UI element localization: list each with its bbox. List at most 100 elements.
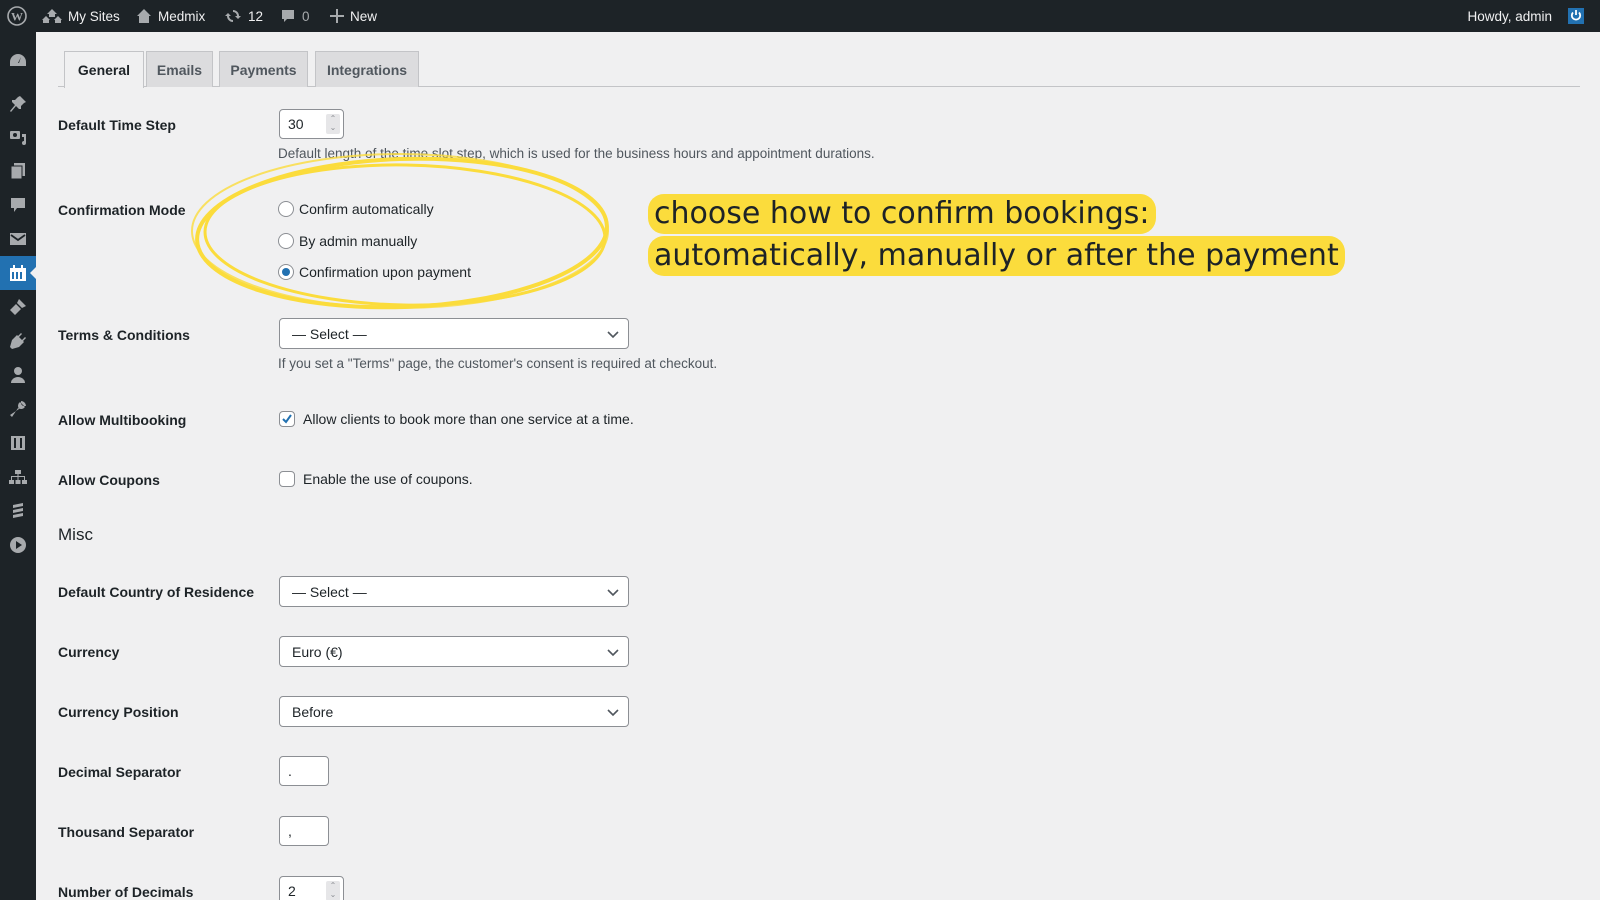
sidebar-item-comments[interactable] <box>0 188 36 222</box>
radio-button[interactable] <box>278 201 294 217</box>
sidebar-item-dashboard[interactable] <box>0 43 36 77</box>
wordpress-logo-button[interactable]: W <box>7 0 27 32</box>
comments-icon <box>11 198 25 212</box>
coupons-text: Enable the use of coupons. <box>303 471 473 487</box>
account-menu[interactable]: Howdy, admin <box>1467 0 1552 32</box>
currency-select[interactable]: Euro (€) <box>279 636 629 667</box>
comments-count: 0 <box>302 8 310 24</box>
coupons-label: Allow Coupons <box>58 472 160 488</box>
sidebar-item-media-player[interactable] <box>0 528 36 562</box>
comment-bubble-icon <box>282 10 294 22</box>
spinner-arrows-icon[interactable]: ⌃ ⌄ <box>326 881 340 900</box>
sidebar-item-plugins[interactable] <box>0 324 36 358</box>
chevron-down-icon <box>607 649 619 657</box>
sidebar-item-settings[interactable] <box>0 426 36 460</box>
sidebar-item-sitemap[interactable] <box>0 460 36 494</box>
sidebar-item-pages[interactable] <box>0 154 36 188</box>
appearance-brush-icon <box>10 299 26 315</box>
time-step-description: Default length of the time slot step, wh… <box>278 146 875 161</box>
radio-label: Confirmation upon payment <box>299 264 471 280</box>
radio-label: By admin manually <box>299 233 418 249</box>
terms-description: If you set a "Terms" page, the customer'… <box>278 356 718 371</box>
updates-count: 12 <box>248 8 264 24</box>
currency-label: Currency <box>58 644 120 660</box>
currency-position-value: Before <box>292 703 334 720</box>
multibooking-checkbox[interactable] <box>279 411 295 427</box>
checkmark-icon <box>282 414 292 424</box>
time-step-input[interactable]: 30 ⌃ ⌄ <box>279 109 344 139</box>
admin-sidebar <box>0 32 36 900</box>
currency-position-label: Currency Position <box>58 704 179 720</box>
tab-emails[interactable]: Emails <box>146 51 213 87</box>
plugins-icon <box>10 333 26 349</box>
tab-payments[interactable]: Payments <box>219 51 308 87</box>
mail-icon <box>10 233 26 245</box>
updates-link[interactable]: 12 <box>224 0 263 32</box>
spinner-arrows-icon[interactable]: ⌃ ⌄ <box>326 114 340 134</box>
country-label: Default Country of Residence <box>58 584 255 600</box>
my-sites-label: My Sites <box>68 8 120 24</box>
annotation-callout-line-1: choose how to confirm bookings: <box>648 194 1156 234</box>
radio-confirm-automatically[interactable]: Confirm automatically <box>278 201 434 217</box>
home-icon <box>137 9 151 23</box>
site-name-menu[interactable]: Medmix <box>136 0 205 32</box>
confirmation-mode-label: Confirmation Mode <box>58 202 186 218</box>
decimals-input[interactable]: 2 ⌃ ⌄ <box>279 876 344 900</box>
updates-icon <box>225 10 241 22</box>
multibooking-label: Allow Multibooking <box>58 412 187 428</box>
stripes-icon <box>13 503 23 518</box>
sidebar-item-mail[interactable] <box>0 222 36 256</box>
annotation-callout-line-2: automatically, manually or after the pay… <box>648 236 1345 276</box>
terms-label: Terms & Conditions <box>58 327 190 343</box>
sidebar-item-stripes[interactable] <box>0 494 36 528</box>
coupons-checkbox[interactable] <box>279 471 295 487</box>
decimal-separator-input[interactable]: . <box>279 756 329 786</box>
tab-general[interactable]: General <box>64 51 144 88</box>
currency-select-value: Euro (€) <box>292 643 343 660</box>
decimals-label: Number of Decimals <box>58 884 194 900</box>
chevron-down-icon <box>607 331 619 339</box>
posts-pin-icon <box>10 96 26 112</box>
new-content-menu[interactable]: New <box>330 0 377 32</box>
currency-position-select[interactable]: Before <box>279 696 629 727</box>
comments-link[interactable]: 0 <box>280 0 310 32</box>
sidebar-item-users[interactable] <box>0 358 36 392</box>
radio-button-selected[interactable] <box>278 264 294 280</box>
sitemap-icon <box>9 470 27 484</box>
radio-button[interactable] <box>278 233 294 249</box>
sidebar-item-appointments[interactable] <box>0 256 36 290</box>
avatar[interactable] <box>1568 8 1584 24</box>
tab-integrations[interactable]: Integrations <box>315 51 419 87</box>
sidebar-item-tools[interactable] <box>0 392 36 426</box>
site-name: Medmix <box>158 8 206 24</box>
sidebar-item-appearance[interactable] <box>0 290 36 324</box>
terms-select[interactable]: — Select — <box>279 318 629 349</box>
country-select-value: — Select — <box>292 583 367 600</box>
decimal-separator-value: . <box>288 763 292 779</box>
plus-icon <box>330 9 344 23</box>
wordpress-logo-icon: W <box>7 6 27 26</box>
time-step-value: 30 <box>288 116 304 132</box>
admin-bar: W My Sites Medmix 12 0 New Howdy, admin <box>0 0 1600 32</box>
play-icon <box>10 537 26 553</box>
country-select[interactable]: — Select — <box>279 576 629 607</box>
sidebar-item-posts[interactable] <box>0 87 36 121</box>
thousand-separator-label: Thousand Separator <box>58 824 195 840</box>
settings-sliders-icon <box>11 436 25 450</box>
radio-upon-payment[interactable]: Confirmation upon payment <box>278 264 471 280</box>
power-icon <box>1570 10 1582 21</box>
my-sites-menu[interactable]: My Sites <box>42 0 120 32</box>
multibooking-checkbox-row[interactable]: Allow clients to book more than one serv… <box>279 411 634 427</box>
svg-text:W: W <box>11 10 23 24</box>
coupons-checkbox-row[interactable]: Enable the use of coupons. <box>279 471 473 487</box>
radio-admin-manually[interactable]: By admin manually <box>278 233 417 249</box>
thousand-separator-value: , <box>288 823 292 839</box>
thousand-separator-input[interactable]: , <box>279 816 329 846</box>
dashboard-icon <box>10 54 26 66</box>
tools-wrench-icon <box>10 401 26 417</box>
calendar-icon <box>10 265 26 281</box>
sidebar-item-media[interactable] <box>0 120 36 154</box>
terms-select-value: — Select — <box>292 325 367 342</box>
pages-icon <box>10 163 25 180</box>
settings-tabs: General Emails Payments Integrations <box>58 51 1580 88</box>
